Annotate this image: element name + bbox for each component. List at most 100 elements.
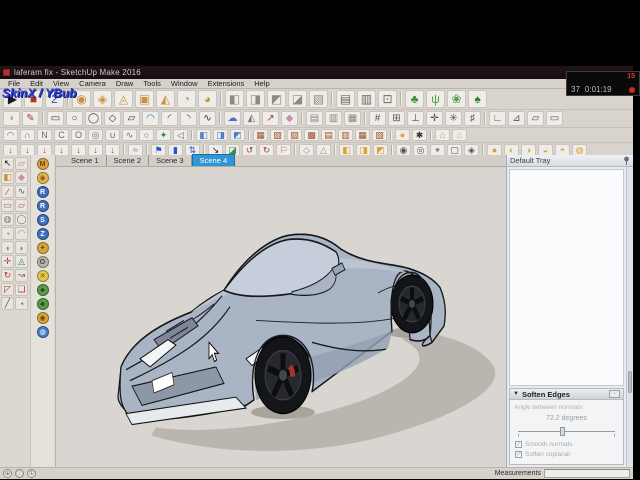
freehand-tool-icon[interactable]: ∿ <box>15 185 28 198</box>
curve-c-icon[interactable]: C <box>54 129 69 141</box>
angle-slider[interactable] <box>518 426 615 438</box>
soften-edges-header[interactable]: ▼ Soften Edges ▫ <box>510 389 623 400</box>
cube-blue-3-icon[interactable]: ◩ <box>230 129 245 141</box>
title-bar[interactable]: laferam fix - SketchUp Make 2016 <box>0 66 633 79</box>
menu-camera[interactable]: Camera <box>74 79 111 88</box>
slider-handle[interactable] <box>559 427 565 436</box>
polygon-tool-icon[interactable]: ◯ <box>15 213 28 226</box>
boulder-tool-icon[interactable]: ⊡ <box>378 90 397 108</box>
line-tool-icon[interactable]: ∕ <box>1 185 14 198</box>
construct-box-icon[interactable]: ▭ <box>546 111 563 126</box>
geolocation-icon[interactable]: ⊕ <box>3 469 12 478</box>
terrain-tool-8-icon[interactable]: ▧ <box>372 129 387 141</box>
sample-material-icon[interactable]: ◆ <box>15 171 28 184</box>
arc-icon[interactable]: ◠ <box>142 111 159 126</box>
eraser-tool-icon[interactable]: ▱ <box>15 157 28 170</box>
solid-intersect-icon[interactable]: ◪ <box>288 90 307 108</box>
freehand-icon[interactable]: ∿ <box>199 111 216 126</box>
tape-measure-icon[interactable]: ╱ <box>1 297 14 310</box>
parallelogram-icon[interactable]: ▱ <box>123 111 140 126</box>
menu-draw[interactable]: Draw <box>111 79 139 88</box>
arc-tool-icon[interactable]: ◠ <box>15 227 28 240</box>
house-builder-icon[interactable]: ⌂ <box>435 129 450 141</box>
circle-tool-icon[interactable]: ◍ <box>1 213 14 226</box>
solid-subtract-icon[interactable]: ◨ <box>246 90 265 108</box>
leaf-maker-icon[interactable]: ❀ <box>447 90 466 108</box>
o-plugin-badge[interactable]: O <box>36 256 49 268</box>
polygon-icon[interactable]: ◇ <box>104 111 121 126</box>
push-pull-icon[interactable]: ◬ <box>15 255 28 268</box>
arc-half-icon[interactable]: ◖ <box>3 111 20 126</box>
solid-union-icon[interactable]: ◧ <box>225 90 244 108</box>
arc-2pt-icon[interactable]: ◜ <box>161 111 178 126</box>
tag-badge[interactable]: ✦ <box>36 242 49 254</box>
scale-tool-icon[interactable]: ◸ <box>1 283 14 296</box>
curve-o-icon[interactable]: O <box>71 129 86 141</box>
gear-icon[interactable]: ✱ <box>412 129 427 141</box>
tree-badge-2[interactable]: ♣ <box>36 298 49 310</box>
copy-grid-icon[interactable]: ▦ <box>344 111 361 126</box>
tray-scrollbar[interactable] <box>626 167 633 467</box>
dim-arrow-icon[interactable]: ↗ <box>262 111 279 126</box>
cliff-tool-icon[interactable]: ▥ <box>357 90 376 108</box>
coin-tool-icon[interactable]: ● <box>395 129 410 141</box>
protractor-icon[interactable]: ◔ <box>15 297 28 310</box>
curve-star-icon[interactable]: ✦ <box>156 129 171 141</box>
terrain-tool-7-icon[interactable]: ▦ <box>355 129 370 141</box>
menu-extensions[interactable]: Extensions <box>203 79 250 88</box>
model-canvas[interactable] <box>56 167 506 467</box>
tab-scene-2[interactable]: Scene 2 <box>107 155 150 166</box>
construct-corner-icon[interactable]: ∟ <box>489 111 506 126</box>
z-plugin-badge[interactable]: Z <box>36 228 49 240</box>
pin-icon[interactable] <box>623 156 630 165</box>
x-plugin-badge[interactable]: ✕ <box>36 270 49 282</box>
hatch-icon[interactable]: ♯ <box>464 111 481 126</box>
construct-plane-icon[interactable]: ▱ <box>527 111 544 126</box>
smoove-icon[interactable]: ◬ <box>114 90 133 108</box>
tab-scene-1[interactable]: Scene 1 <box>64 155 107 166</box>
solid-trim-icon[interactable]: ◩ <box>267 90 286 108</box>
terrain-tool-1-icon[interactable]: ▦ <box>253 129 268 141</box>
rotated-rectangle-icon[interactable]: ▱ <box>15 199 28 212</box>
rectangle-tool-icon[interactable]: ▭ <box>1 199 14 212</box>
menu-window[interactable]: Window <box>166 79 203 88</box>
credits-icon[interactable]: ⓘ <box>15 469 24 478</box>
rectangle-icon[interactable]: ▭ <box>47 111 64 126</box>
face-tool-icon[interactable]: ◭ <box>243 111 260 126</box>
tab-scene-3[interactable]: Scene 3 <box>149 155 192 166</box>
copy-along-icon[interactable]: ▤ <box>306 111 323 126</box>
cube-blue-2-icon[interactable]: ◨ <box>213 129 228 141</box>
terrain-tool-4-icon[interactable]: ▩ <box>304 129 319 141</box>
terrain-tool-2-icon[interactable]: ▧ <box>270 129 285 141</box>
curve-spiral-icon[interactable]: ◎ <box>88 129 103 141</box>
cloud-tool-icon[interactable]: ☁ <box>224 111 241 126</box>
sb-plugin-badge[interactable]: S <box>36 214 49 226</box>
tree-maker-icon[interactable]: ♣ <box>405 90 424 108</box>
menu-help[interactable]: Help <box>249 79 274 88</box>
rt-plugin-badge[interactable]: R <box>36 200 49 212</box>
grass-maker-icon[interactable]: ψ <box>426 90 445 108</box>
scrollbar-thumb[interactable] <box>628 371 632 393</box>
terrain-tool-5-icon[interactable]: ▤ <box>321 129 336 141</box>
tab-scene-4[interactable]: Scene 4 <box>191 154 236 166</box>
curve-loop-icon[interactable]: ○ <box>139 129 154 141</box>
ellipse-icon[interactable]: ◯ <box>85 111 102 126</box>
grid-plane-icon[interactable]: ⊞ <box>388 111 405 126</box>
tree-badge-1[interactable]: ♣ <box>36 284 49 296</box>
globe-badge[interactable]: ◍ <box>36 326 49 338</box>
pencil-icon[interactable]: ✎ <box>22 111 39 126</box>
roof-builder-icon[interactable]: ⌂ <box>452 129 467 141</box>
grid-tool-icon[interactable]: # <box>369 111 386 126</box>
sandbox-from-scratch-icon[interactable]: ◈ <box>93 90 112 108</box>
bush-maker-icon[interactable]: ♠ <box>468 90 487 108</box>
coin-badge[interactable]: ◉ <box>36 172 49 184</box>
paint-bucket-icon[interactable]: ◧ <box>1 171 14 184</box>
pie2-tool-icon[interactable]: ◗ <box>15 241 28 254</box>
menu-tools[interactable]: Tools <box>138 79 166 88</box>
cube-blue-1-icon[interactable]: ◧ <box>196 129 211 141</box>
copy-array-icon[interactable]: ▥ <box>325 111 342 126</box>
claim-credit-icon[interactable]: ① <box>27 469 36 478</box>
curve-u-icon[interactable]: ∪ <box>105 129 120 141</box>
offset-tool-icon[interactable]: ❏ <box>15 283 28 296</box>
circle-icon[interactable]: ○ <box>66 111 83 126</box>
